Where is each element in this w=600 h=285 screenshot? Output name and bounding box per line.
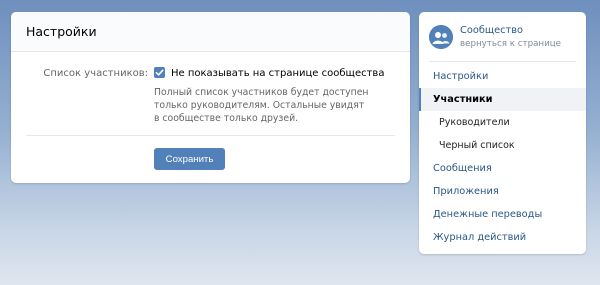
hide-members-hint: Полный список участников будет доступен … xyxy=(154,86,384,125)
hint-line: только руководителям. Остальные увидят xyxy=(154,100,365,111)
nav-item-members[interactable]: Участники xyxy=(419,88,586,111)
nav-item-managers[interactable]: Руководители xyxy=(419,111,586,134)
community-name-link[interactable]: Сообщество xyxy=(460,25,523,36)
hide-members-checkbox[interactable] xyxy=(154,67,165,78)
community-header[interactable]: Сообщество вернуться к странице xyxy=(429,22,576,58)
page-title: Настройки xyxy=(26,24,97,39)
card-header: Настройки xyxy=(11,12,410,52)
members-label: Список участников: xyxy=(43,68,148,79)
nav-item-settings[interactable]: Настройки xyxy=(419,65,586,88)
back-to-page-link[interactable]: вернуться к странице xyxy=(460,39,561,49)
save-button[interactable]: Сохранить xyxy=(154,148,225,170)
nav-item-apps[interactable]: Приложения xyxy=(419,180,586,203)
hint-line: Полный список участников будет доступен xyxy=(154,87,369,98)
community-avatar-icon[interactable] xyxy=(429,25,453,49)
settings-card: Настройки Список участников: Не показыва… xyxy=(11,12,410,183)
nav-item-money-transfers[interactable]: Денежные переводы xyxy=(419,203,586,226)
check-icon xyxy=(155,69,164,76)
hide-members-label[interactable]: Не показывать на странице сообщества xyxy=(171,68,384,79)
nav-divider xyxy=(429,61,576,62)
divider xyxy=(26,135,395,136)
community-nav: Сообщество вернуться к странице Настройк… xyxy=(419,12,586,254)
hint-line: в сообществе только друзей. xyxy=(154,113,299,124)
nav-item-action-log[interactable]: Журнал действий xyxy=(419,226,586,249)
nav-item-messages[interactable]: Сообщения xyxy=(419,157,586,180)
nav-item-blacklist[interactable]: Черный список xyxy=(419,134,586,157)
